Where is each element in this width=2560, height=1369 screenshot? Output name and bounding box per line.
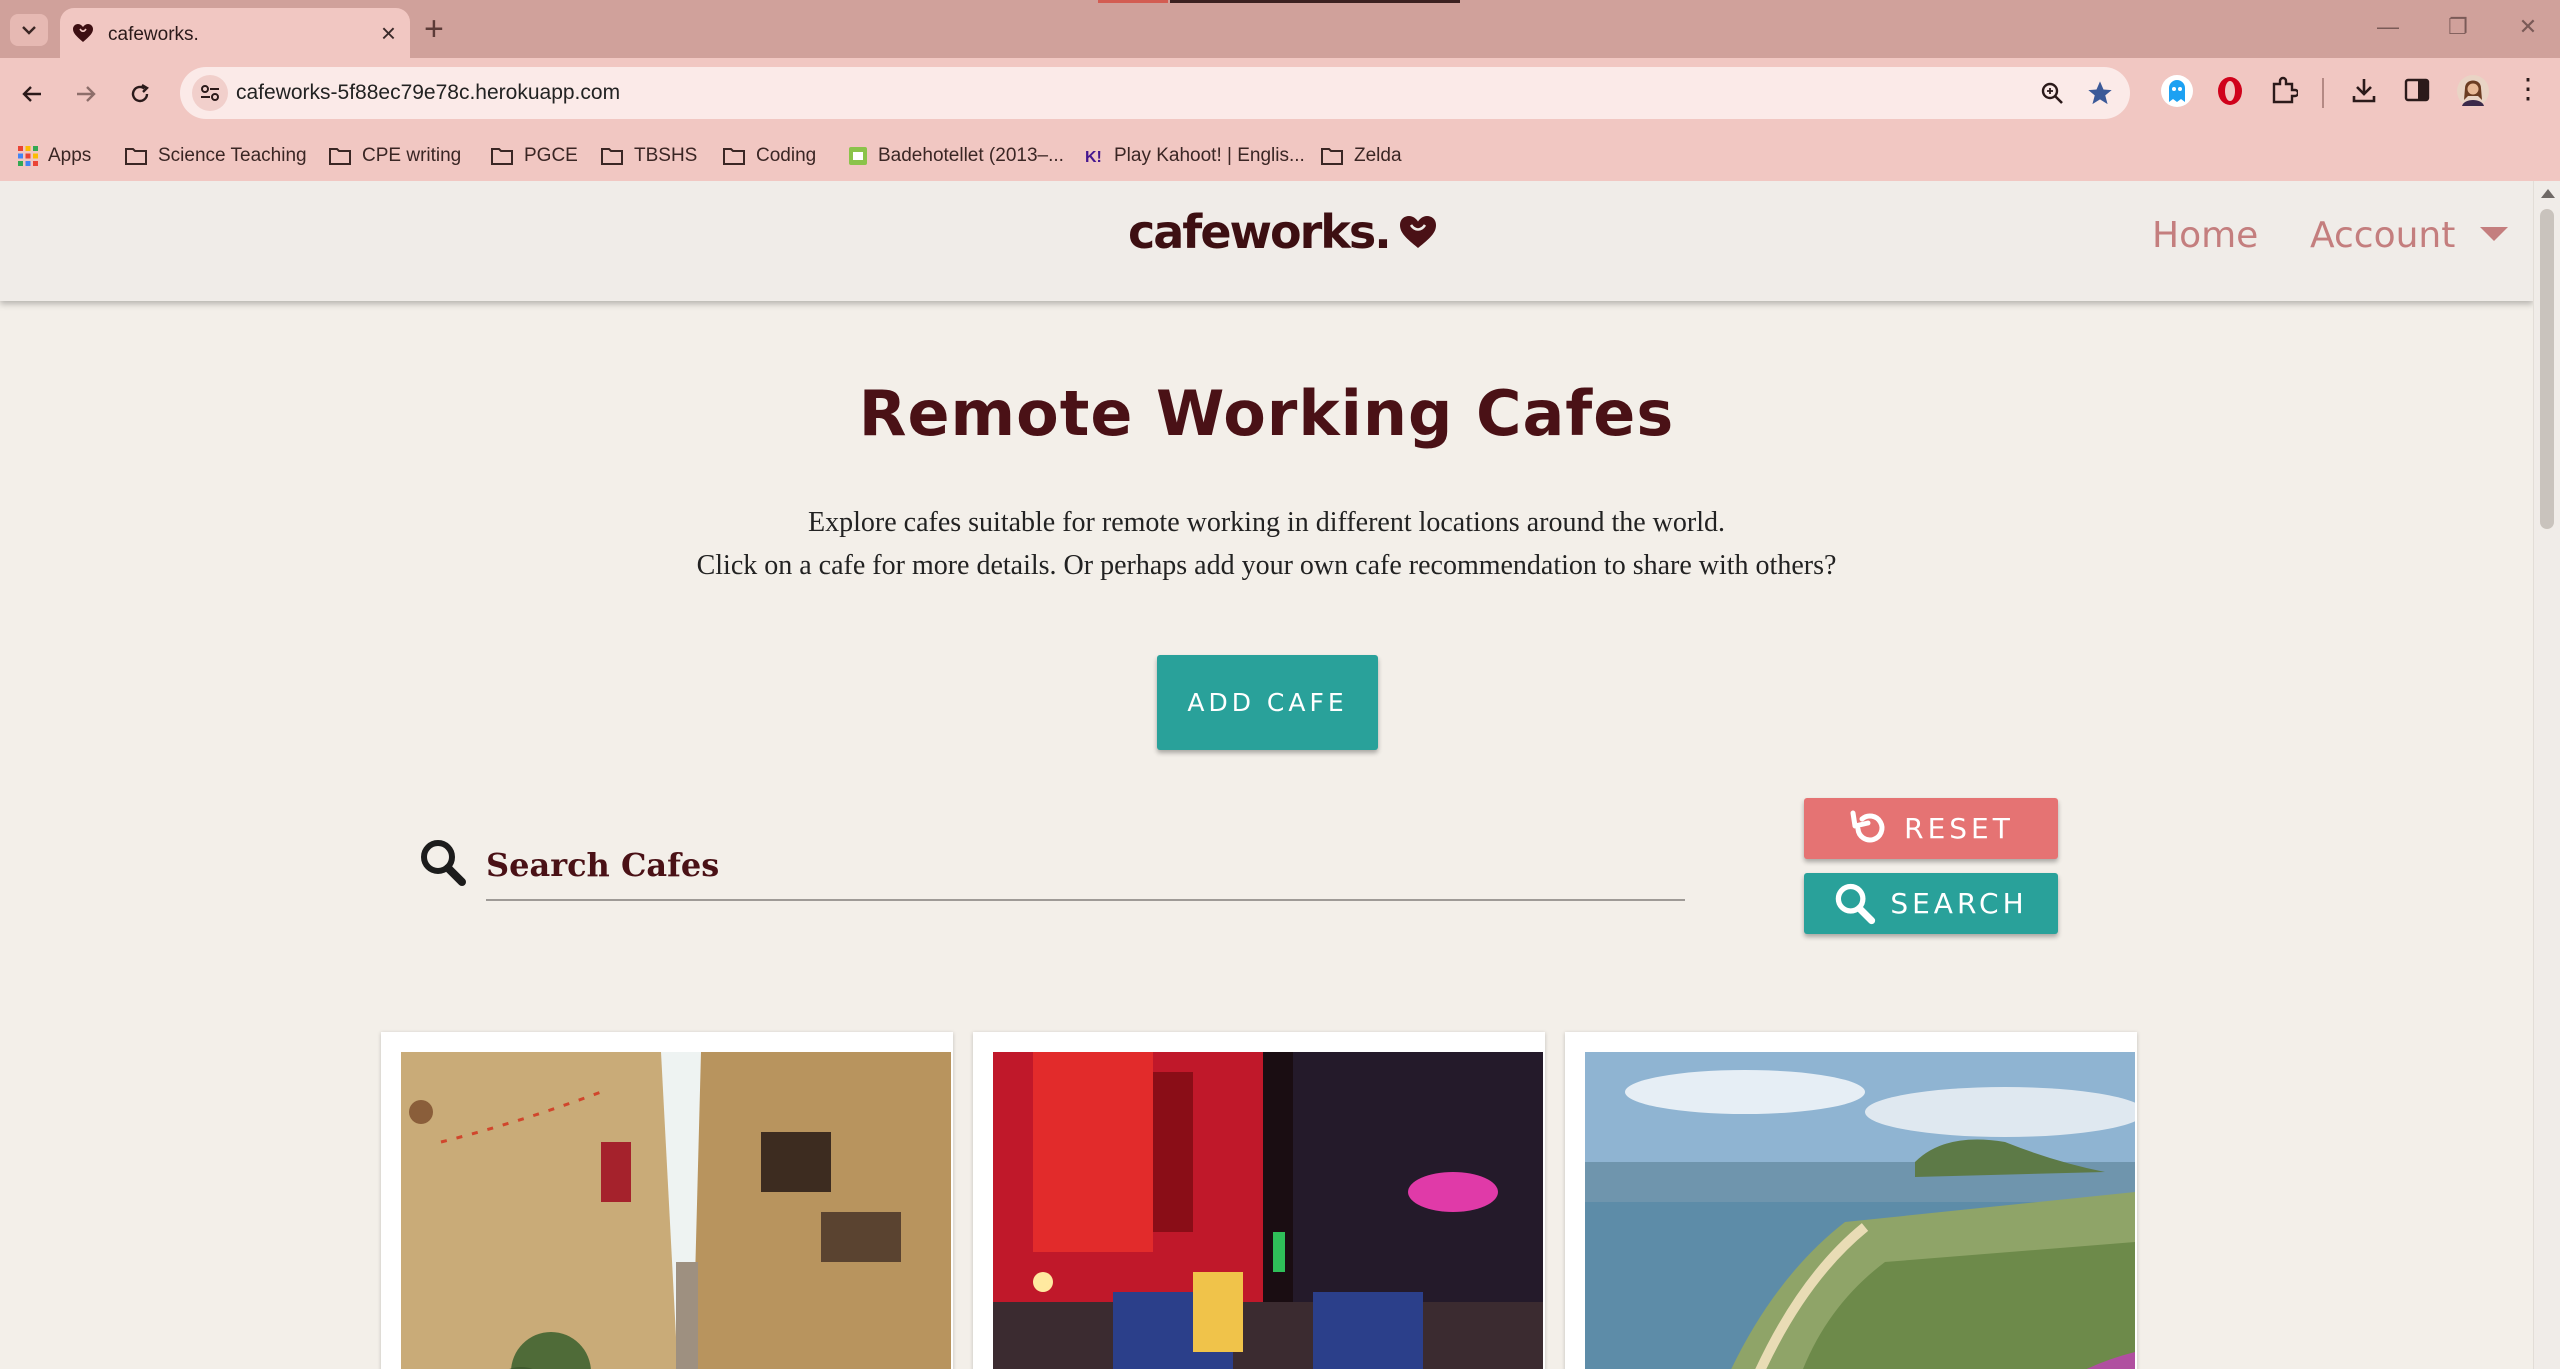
back-button[interactable] (14, 76, 50, 112)
page-viewport: cafeworks. Home Account Remote Working C… (0, 181, 2533, 1369)
reset-button[interactable]: RESET (1804, 798, 2058, 859)
chevron-down-icon (22, 26, 36, 35)
download-icon[interactable] (2350, 76, 2378, 104)
bookmark-cpe-writing[interactable]: CPE writing (328, 142, 461, 170)
minimize-icon[interactable]: — (2368, 14, 2408, 40)
svg-text:K!: K! (1085, 149, 1102, 166)
bookmark-label: Play Kahoot! | Englis... (1114, 145, 1305, 166)
reset-button-label: RESET (1904, 812, 2014, 845)
cafe-card-image[interactable] (993, 1052, 1543, 1369)
url-text: cafeworks-5f88ec79e78c.herokuapp.com (236, 81, 621, 104)
bookmark-label: Badehotellet (2013–... (878, 145, 1064, 166)
nav-home-link[interactable]: Home (2152, 215, 2258, 256)
tune-icon (201, 85, 219, 101)
forward-button[interactable] (68, 76, 104, 112)
bookmarks-bar: Apps Science Teaching CPE writing PGCE T… (0, 130, 2560, 181)
close-tab-icon[interactable]: × (381, 18, 396, 49)
profile-avatar[interactable] (2456, 74, 2490, 108)
undo-icon (1850, 810, 1885, 842)
search-button[interactable]: SEARCH (1804, 873, 2058, 934)
cafe-card-image[interactable] (1585, 1052, 2135, 1369)
scrollbar-thumb[interactable] (2540, 209, 2554, 529)
folder-icon (329, 148, 351, 165)
new-tab-icon[interactable]: + (424, 10, 444, 48)
page-scrollbar[interactable] (2533, 181, 2560, 1369)
arrow-right-icon (77, 86, 96, 102)
search-input[interactable] (486, 831, 1685, 901)
tab-indicator (1098, 0, 1168, 3)
toolbar-divider (2322, 78, 2324, 108)
site-info-button[interactable] (192, 75, 228, 111)
bookmark-coding[interactable]: Coding (722, 142, 816, 170)
coffee-bean-heart-icon (1399, 216, 1436, 248)
browser-menu-icon[interactable]: ⋮ (2514, 72, 2542, 105)
side-panel-icon[interactable] (2404, 78, 2430, 102)
search-button-label: SEARCH (1890, 887, 2028, 920)
bookmark-pgce[interactable]: PGCE (490, 142, 578, 170)
folder-icon (491, 148, 513, 165)
bookmark-label: CPE writing (362, 145, 462, 166)
reload-icon (131, 83, 149, 103)
search-icon (1836, 883, 1876, 924)
page-title: Remote Working Cafes (858, 377, 1675, 450)
bookmark-tbshs[interactable]: TBSHS (600, 142, 697, 170)
arrow-left-icon (22, 86, 41, 102)
tab-search-button[interactable] (10, 14, 48, 46)
nav-account-link[interactable]: Account (2310, 215, 2455, 256)
kahoot-favicon: K! (1085, 149, 1102, 166)
neon-city-street-image (993, 1052, 1543, 1369)
logo-text: cafeworks. (1128, 205, 1392, 259)
address-bar[interactable]: cafeworks-5f88ec79e78c.herokuapp.com (180, 67, 2130, 119)
cafe-card[interactable] (381, 1032, 953, 1369)
bookmark-label: Apps (48, 145, 92, 166)
bookmark-label: Coding (756, 145, 817, 166)
coastal-bay-image (1585, 1052, 2135, 1369)
bookmark-zelda[interactable]: Zelda (1320, 142, 1402, 170)
folder-icon (1321, 148, 1343, 165)
search-form (420, 831, 1685, 901)
search-icon (421, 840, 466, 886)
tab-indicator (1170, 0, 1460, 3)
reload-button[interactable] (122, 76, 158, 112)
bookmark-badehotellet[interactable]: Badehotellet (2013–... (848, 142, 1064, 170)
cafe-card-image[interactable] (401, 1052, 951, 1369)
browser-toolbar: cafeworks-5f88ec79e78c.herokuapp.com ⋮ (0, 58, 2560, 130)
add-cafe-button[interactable]: ADD CAFE (1157, 655, 1378, 750)
restore-icon[interactable]: ❐ (2438, 14, 2478, 40)
bookmark-label: Zelda (1354, 145, 1402, 166)
browser-chrome: cafeworks. × + — ❐ ✕ cafeworks-5f88ec79e… (0, 0, 2560, 181)
cafe-card[interactable] (973, 1032, 1545, 1369)
close-window-icon[interactable]: ✕ (2508, 14, 2548, 40)
intro-text-line-1: Explore cafes suitable for remote workin… (808, 507, 1725, 538)
bookmark-label: PGCE (524, 145, 578, 166)
bookmark-apps[interactable]: Apps (18, 142, 91, 170)
bookmark-star-icon[interactable] (2086, 79, 2114, 107)
folder-icon (723, 148, 745, 165)
extensions-puzzle-icon[interactable] (2270, 76, 2298, 104)
bookmark-kahoot[interactable]: K! Play Kahoot! | Englis... (1084, 142, 1305, 170)
opera-extension-icon[interactable] (2216, 76, 2244, 106)
tab-strip: cafeworks. × + — ❐ ✕ (0, 0, 2560, 58)
video-favicon (849, 147, 867, 165)
zoom-icon[interactable] (2040, 81, 2064, 105)
coffee-bean-heart-icon (73, 24, 93, 42)
bookmark-label: Science Teaching (158, 145, 307, 166)
folder-icon (601, 148, 623, 165)
scroll-up-arrow-icon[interactable] (2541, 189, 2555, 198)
ghostery-extension-icon[interactable] (2160, 74, 2194, 108)
site-logo[interactable]: cafeworks. (1128, 205, 1438, 259)
tab-title: cafeworks. (108, 24, 199, 45)
site-navbar: cafeworks. Home Account (0, 181, 2533, 301)
caret-down-icon[interactable] (2480, 227, 2508, 241)
bookmark-label: TBSHS (634, 145, 698, 166)
tab-cafeworks[interactable]: cafeworks. × (60, 8, 410, 58)
cafe-card[interactable] (1565, 1032, 2137, 1369)
bookmark-science-teaching[interactable]: Science Teaching (124, 142, 307, 170)
folder-icon (125, 148, 147, 165)
apps-grid-icon (18, 146, 38, 166)
old-town-street-image (401, 1052, 951, 1369)
intro-text-line-2: Click on a cafe for more details. Or per… (696, 550, 1837, 581)
